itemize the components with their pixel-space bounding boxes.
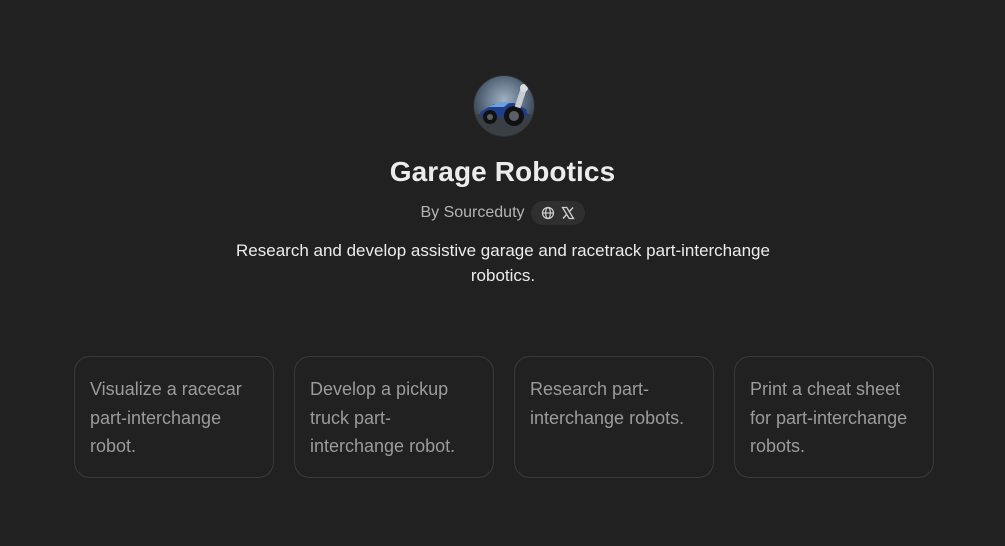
conversation-starters: Visualize a racecar part-interchange rob…: [74, 356, 934, 478]
starter-card[interactable]: Visualize a racecar part-interchange rob…: [74, 356, 274, 478]
gpt-landing: Garage Robotics By Sourceduty Research a…: [0, 0, 1005, 546]
author-label: By Sourceduty: [420, 204, 525, 221]
gpt-description: Research and develop assistive garage an…: [236, 241, 770, 285]
starter-card[interactable]: Develop a pickup truck part-interchange …: [294, 356, 494, 478]
gpt-avatar: [474, 76, 534, 136]
social-links: [530, 201, 585, 225]
byline: By Sourceduty: [0, 201, 1005, 225]
x-logo-icon[interactable]: [560, 206, 575, 220]
gpt-title: Garage Robotics: [389, 156, 616, 187]
starter-card[interactable]: Print a cheat sheet for part-interchange…: [734, 356, 934, 478]
starter-card[interactable]: Research part-interchange robots.: [514, 356, 714, 478]
globe-icon[interactable]: [541, 206, 555, 220]
